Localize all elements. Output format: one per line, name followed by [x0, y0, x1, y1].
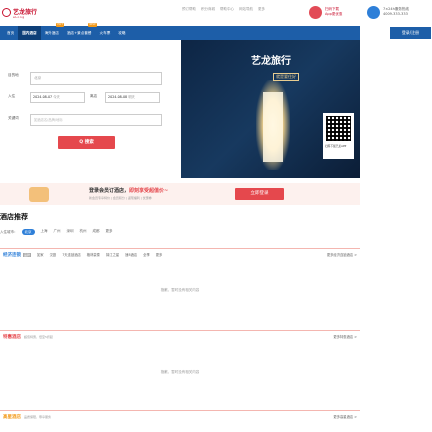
- section-desc: 品质保障，尊享服务: [24, 414, 52, 419]
- empty-message: 抱歉，暂时没有相关内容: [160, 288, 200, 292]
- logo-subtext: eLong: [13, 15, 25, 19]
- city-chip[interactable]: 深圳: [67, 229, 74, 235]
- city-label: 目的地: [8, 73, 19, 77]
- member-promo-bar: 登录会员订酒店，即刻享受超值价~ 新会员专享特价 | 会员积分 | 返现福利 |…: [0, 183, 360, 205]
- city-chip[interactable]: 成都: [93, 229, 100, 235]
- elong-logo-icon: [2, 8, 11, 17]
- brand-tab[interactable]: 格林豪泰: [87, 252, 100, 257]
- hotel-section: 高星酒店 品质保障，尊享服务 更多高星酒店 >: [0, 410, 360, 432]
- keyword-row: 关键词: [8, 116, 19, 121]
- section-header: 高星酒店 品质保障，尊享服务 更多高星酒店 >: [0, 410, 360, 422]
- city-filter: 入住城市： 北京 上海 广州 深圳 杭州 成都 更多: [0, 229, 113, 235]
- recommend-title: 酒店推荐: [0, 213, 28, 221]
- top-link[interactable]: 预订帮助: [182, 7, 196, 12]
- brand-tab[interactable]: 汉庭: [50, 252, 57, 257]
- door-image: [263, 92, 283, 162]
- hotel-section: 经济连锁 品牌 如家 汉庭 7天连锁酒店 格林豪泰 锦江之星 速8酒店 全季 更多 更多经济连锁酒店…: [0, 248, 360, 330]
- section-more-link[interactable]: 更多经济连锁酒店 >: [327, 252, 357, 257]
- top-link[interactable]: 帮助中心: [220, 7, 234, 12]
- city-chip[interactable]: 上海: [41, 229, 48, 235]
- elong-logo[interactable]: 艺龙旅行 eLong: [2, 6, 44, 20]
- section-header: 特惠酒店 超值特惠，低至5折起 更多特惠酒店 >: [0, 330, 360, 342]
- city-row: 目的地: [8, 73, 19, 78]
- city-filter-label: 入住城市：: [0, 229, 18, 234]
- section-header: 经济连锁 品牌 如家 汉庭 7天连锁酒店 格林豪泰 锦江之星 速8酒店 全季 更多 更多经济连锁酒店…: [0, 248, 360, 260]
- section-title: 高星酒店: [3, 414, 21, 420]
- app-download[interactable]: 扫码下载 App更优惠: [308, 4, 354, 22]
- app-download-text: 扫码下载 App更优惠: [325, 7, 343, 16]
- nav-item[interactable]: 攻略: [114, 26, 129, 40]
- gift-icon: [29, 187, 49, 202]
- main-nav: 首页 国内酒店 海外酒店 HOT 酒店+景点套餐 NEW 火车票 攻略: [0, 23, 360, 40]
- checkin-label: 入住: [8, 94, 16, 98]
- nav-item[interactable]: 国内酒店: [18, 26, 41, 40]
- qr-code: 扫码下载艺龙APP: [323, 113, 354, 159]
- brand-tab[interactable]: 更多: [156, 252, 163, 257]
- checkout-label: 离店: [90, 94, 98, 98]
- keyword-label: 关键词: [8, 116, 19, 120]
- section-title: 特惠酒店: [3, 334, 21, 340]
- city-chip[interactable]: 更多: [106, 229, 113, 235]
- qr-code-icon: [326, 116, 351, 141]
- promo-main-text: 登录会员订酒店，即刻享受超值价~: [89, 188, 169, 194]
- qr-caption: 扫码下载艺龙APP: [325, 144, 347, 148]
- city-chip[interactable]: 北京: [21, 229, 35, 235]
- brand-tab[interactable]: 锦江之星: [106, 252, 119, 257]
- empty-message: 抱歉，暂时没有相关内容: [160, 370, 200, 374]
- section-more-link[interactable]: 更多高星酒店 >: [333, 414, 357, 419]
- nav-item[interactable]: 火车票: [96, 26, 115, 40]
- promo-login-button[interactable]: 立即登录: [235, 188, 284, 200]
- hotline: 7×24h服务热线 4009-333-333: [367, 4, 429, 22]
- checkin-date-input[interactable]: 2024-08-07 今天: [30, 92, 85, 103]
- city-chip[interactable]: 广州: [54, 229, 61, 235]
- banner-slogan: 就是要住好: [273, 73, 299, 81]
- promo-banner[interactable]: 艺龙旅行 就是要住好 扫码下载艺龙APP: [181, 40, 360, 178]
- top-link[interactable]: 更多: [258, 7, 265, 12]
- app-icon: [309, 6, 322, 19]
- city-chip[interactable]: 杭州: [80, 229, 87, 235]
- banner-brand: 艺龙旅行: [251, 56, 291, 67]
- hotline-text: 7×24h服务热线 4009-333-333: [383, 7, 409, 16]
- date-row: 入住: [8, 94, 15, 99]
- promo-sub-text: 新会员专享特价 | 会员积分 | 返现福利 | 优惠券: [89, 196, 152, 200]
- nav-item[interactable]: 酒店+景点套餐 NEW: [63, 23, 97, 40]
- section-more-link[interactable]: 更多特惠酒店 >: [333, 334, 357, 339]
- brand-tab[interactable]: 7天连锁酒店: [62, 252, 81, 257]
- phone-icon: [367, 6, 380, 19]
- nav-item[interactable]: 海外酒店 HOT: [41, 23, 64, 40]
- top-link[interactable]: 积分商城: [201, 7, 215, 12]
- brand-tab[interactable]: 速8酒店: [125, 252, 137, 257]
- brand-tab[interactable]: 如家: [37, 252, 44, 257]
- top-link[interactable]: 网站导航: [239, 7, 253, 12]
- section-tag: 品牌: [23, 252, 32, 257]
- section-title: 经济连锁: [3, 252, 21, 258]
- login-register-button[interactable]: 登录/注册: [390, 27, 431, 39]
- destination-input[interactable]: 北京: [30, 72, 162, 85]
- checkout-label-row: 离店: [90, 94, 97, 99]
- top-links: 预订帮助 积分商城 帮助中心 网站导航 更多: [182, 7, 265, 12]
- checkout-date-input[interactable]: 2024-08-08 明天: [105, 92, 160, 103]
- brand-tab[interactable]: 全季: [143, 252, 150, 257]
- top-header: 艺龙旅行 eLong 预订帮助 积分商城 帮助中心 网站导航 更多 扫码下载 Ap…: [0, 0, 432, 26]
- section-desc: 超值特惠，低至5折起: [24, 334, 53, 339]
- nav-item[interactable]: 首页: [3, 26, 18, 40]
- keyword-input[interactable]: 如酒店名/品牌/地标: [30, 114, 162, 126]
- search-button[interactable]: Q 搜索: [58, 136, 115, 149]
- hotel-section: 特惠酒店 超值特惠，低至5折起 更多特惠酒店 > 抱歉，暂时没有相关内容: [0, 330, 360, 412]
